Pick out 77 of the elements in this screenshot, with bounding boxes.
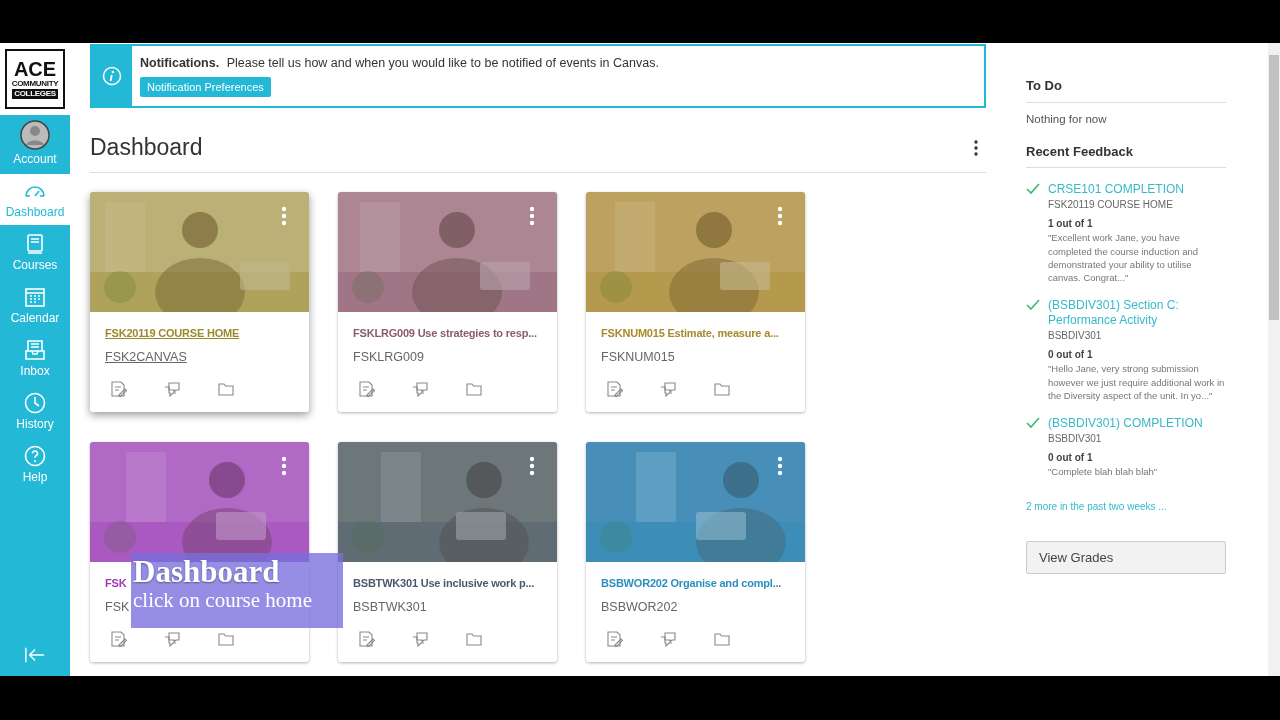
course-card[interactable]: FSKNUM015 Estimate, measure a... FSKNUM015 [586, 191, 805, 412]
card-options-button[interactable] [777, 455, 783, 476]
course-title[interactable]: BSBWOR202 Organise and compl... [601, 574, 782, 592]
notification-message: Notifications. Please tell us how and when you would like to be notified of events in Canvas. [140, 55, 659, 72]
assignment-icon [357, 379, 375, 398]
more-link[interactable]: 2 more in the past two weeks ... [1026, 498, 1167, 514]
kebab-icon [529, 205, 535, 226]
feedback-link[interactable]: (BSBDIV301) Section C: Performance Activity [1048, 298, 1226, 329]
kebab-icon [777, 205, 783, 226]
nav-item[interactable]: Dashboard [0, 174, 70, 225]
feedback-comment: "Hello Jane, very strong submission however we just require additional work in the Diversity aspect of the unit. In yo..." [1048, 362, 1226, 403]
feedback-link[interactable]: CRSE101 COMPLETION [1048, 182, 1226, 198]
chat-icon [163, 379, 181, 398]
todo-heading: To Do [1026, 76, 1226, 103]
course-card[interactable]: BSBWOR202 Organise and compl... BSBWOR202 [586, 441, 805, 662]
assignment-icon [109, 629, 127, 648]
caption-title: Dashboard [133, 556, 280, 589]
course-title[interactable]: FSKLRG009 Use strategies to resp... [353, 324, 537, 342]
course-card[interactable]: FSKLRG009 Use strategies to resp... FSKLRG009 [338, 191, 557, 412]
check-icon [1026, 299, 1040, 312]
course-title[interactable]: FSKNUM015 Estimate, measure a... [601, 324, 779, 342]
calendar-icon [23, 285, 47, 309]
scrollbar[interactable] [1268, 43, 1280, 676]
feedback-link[interactable]: (BSBDIV301) COMPLETION [1048, 416, 1203, 432]
card-options-button[interactable] [281, 205, 287, 226]
assignment-icon [109, 379, 127, 398]
chat-icon [659, 629, 677, 648]
course-code: FSKLRG009 [353, 348, 424, 366]
course-title[interactable]: BSBTWK301 Use inclusive work p... [353, 574, 535, 592]
course-name: FSK20119 COURSE HOME [1048, 198, 1174, 213]
clock-icon [23, 391, 47, 415]
empty-message: Nothing for now [1026, 111, 1108, 127]
score: 0 out of 1 [1048, 451, 1094, 466]
check-icon [1026, 417, 1040, 430]
score: 0 out of 1 [1048, 348, 1094, 363]
avatar-icon [20, 120, 50, 150]
course-code: BSBTWK301 [353, 598, 427, 616]
card-options-button[interactable] [281, 455, 287, 476]
view-grades-button[interactable]: View Grades [1026, 540, 1226, 575]
chat-icon [411, 379, 429, 398]
info-icon [102, 66, 122, 86]
assignment-icon [605, 629, 623, 648]
assignment-icon [605, 379, 623, 398]
kebab-icon [777, 455, 783, 476]
kebab-icon [281, 205, 287, 226]
help-icon [23, 444, 47, 468]
kebab-icon [974, 139, 978, 156]
course-code: FSK [105, 598, 130, 616]
course-code: FSK2CANVAS [105, 348, 187, 366]
course-card[interactable]: FSK20119 COURSE HOME FSK2CANVAS [90, 191, 309, 412]
feedback-comment: "Excellent work Jane, you have completed the course induction and demonstrated your ability to utilise canvas. Congrat..." [1048, 231, 1199, 285]
feedback-heading: Recent Feedback [1026, 141, 1226, 169]
card-options-button[interactable] [529, 455, 535, 476]
course-code: BSBWOR202 [601, 598, 678, 616]
inbox-icon [23, 338, 47, 362]
chat-icon [659, 379, 677, 398]
course-card[interactable]: BSBTWK301 Use inclusive work p... BSBTWK301 [338, 441, 557, 662]
options-button[interactable] [974, 139, 978, 156]
feedback-comment: "Complete blah blah blah" [1048, 465, 1159, 479]
logo[interactable]: ACE COMMUNITY COLLEGES [5, 49, 65, 109]
kebab-icon [529, 455, 535, 476]
course-title[interactable]: FSK20119 COURSE HOME [105, 324, 240, 342]
page-title: Dashboard [90, 134, 203, 162]
check-icon [1026, 183, 1040, 196]
notification-preferences-button[interactable]: Notification Preferences [140, 76, 271, 98]
score: 1 out of 1 [1048, 217, 1094, 232]
course-name: BSBDIV301 [1048, 329, 1103, 344]
kebab-icon [281, 455, 287, 476]
chat-icon [163, 629, 181, 648]
course-code: FSKNUM015 [601, 348, 675, 366]
assignment-icon [357, 629, 375, 648]
course-title[interactable]: FSK [105, 574, 127, 592]
scrollbar-thumb[interactable] [1269, 55, 1279, 320]
card-options-button[interactable] [529, 205, 535, 226]
card-options-button[interactable] [777, 205, 783, 226]
course-name: BSBDIV301 [1048, 432, 1103, 447]
chat-icon [411, 629, 429, 648]
